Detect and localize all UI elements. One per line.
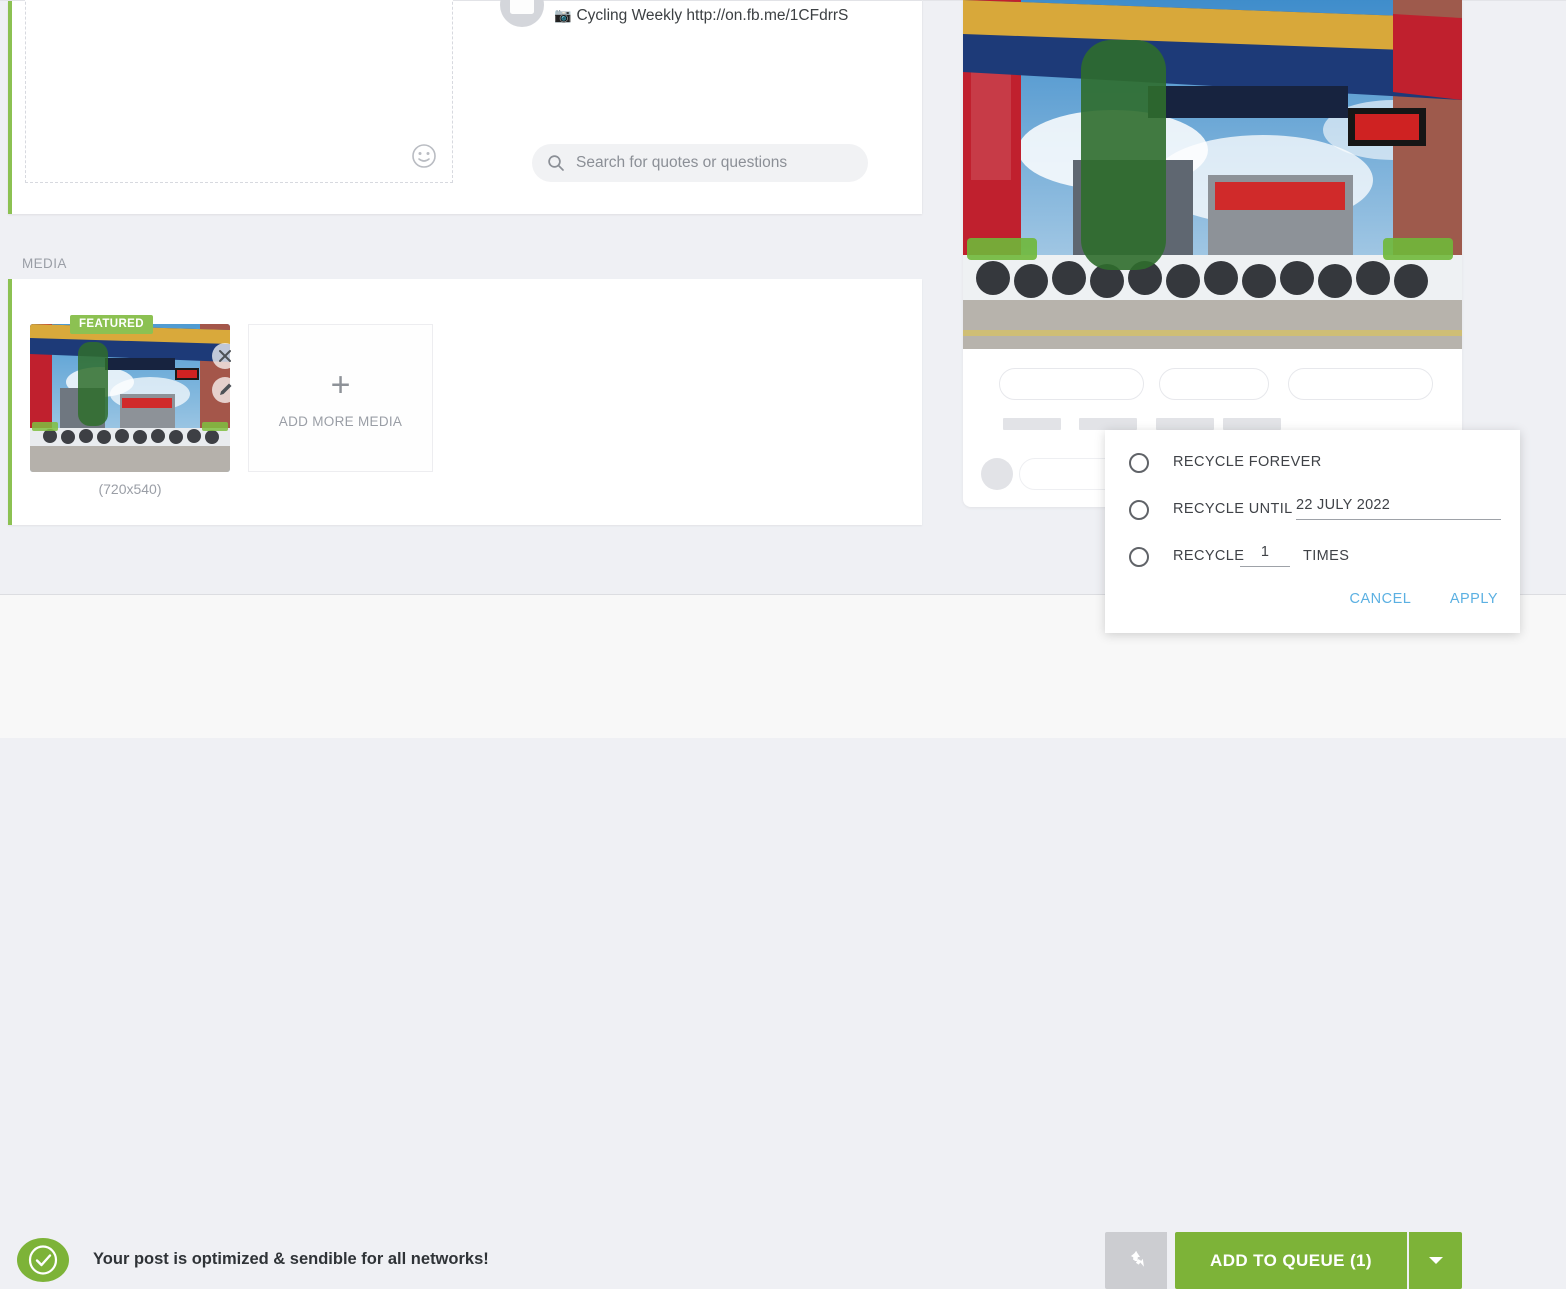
skeleton-bar	[1223, 418, 1281, 430]
skeleton-pill	[999, 368, 1144, 400]
compose-inner: 📷 Cycling Weekly http://on.fb.me/1CFdrrS …	[12, 0, 922, 214]
media-thumbnail[interactable]	[30, 324, 230, 472]
check-circle-icon	[17, 1238, 69, 1282]
recycle-times-input[interactable]: 1	[1240, 544, 1290, 567]
plus-icon: +	[330, 365, 351, 404]
radio-recycle-times[interactable]	[1129, 547, 1149, 567]
quote-search-input[interactable]: Search for quotes or questions	[532, 144, 868, 182]
recycle-times-suffix-label: TIMES	[1303, 548, 1350, 564]
recycle-popover: RECYCLE FOREVER RECYCLE UNTIL 22 JULY 20…	[1105, 430, 1520, 633]
add-more-media-label: ADD MORE MEDIA	[278, 413, 403, 429]
skeleton-bar	[1156, 418, 1214, 430]
recycle-until-label: RECYCLE UNTIL	[1173, 501, 1293, 517]
media-section-label: MEDIA	[22, 256, 67, 271]
chevron-down-icon	[1429, 1257, 1443, 1264]
media-card: FEATURED (720x540) + ADD MORE MEDIA	[8, 279, 922, 525]
smiley-face-icon[interactable]	[410, 142, 438, 170]
camera-avatar-icon	[500, 0, 544, 27]
add-to-queue-label: ADD TO QUEUE (1)	[1210, 1250, 1372, 1270]
skeleton-pill	[1159, 368, 1269, 400]
add-more-media-button[interactable]: + ADD MORE MEDIA	[248, 324, 433, 472]
add-to-queue-button[interactable]: ADD TO QUEUE (1)	[1175, 1232, 1407, 1289]
status-message: Your post is optimized & sendible for al…	[93, 1250, 489, 1268]
search-icon	[547, 154, 565, 177]
skeleton-pill	[1288, 368, 1433, 400]
compose-share-area: 📷 Cycling Weekly http://on.fb.me/1CFdrrS …	[482, 0, 922, 214]
media-thumbnail-wrapper	[30, 324, 238, 472]
share-link-text: 📷 Cycling Weekly http://on.fb.me/1CFdrrS	[554, 7, 848, 25]
recycle-popover-actions: CANCEL APPLY	[1316, 590, 1498, 608]
radio-recycle-until[interactable]	[1129, 500, 1149, 520]
recycle-toggle-button[interactable]	[1105, 1232, 1167, 1289]
cancel-button[interactable]: CANCEL	[1350, 591, 1412, 607]
radio-recycle-forever[interactable]	[1129, 453, 1149, 473]
camera-emoji-icon: 📷	[554, 7, 572, 23]
featured-badge: FEATURED	[70, 315, 153, 334]
compose-card: 📷 Cycling Weekly http://on.fb.me/1CFdrrS …	[8, 0, 922, 214]
skeleton-avatar	[981, 458, 1013, 490]
recycle-times-prefix-label: RECYCLE	[1173, 548, 1245, 564]
edit-media-button[interactable]	[212, 377, 238, 403]
share-link-label: Cycling Weekly http://on.fb.me/1CFdrrS	[576, 7, 849, 24]
preview-image	[963, 0, 1462, 349]
quote-search-placeholder: Search for quotes or questions	[576, 154, 788, 171]
apply-button[interactable]: APPLY	[1450, 591, 1498, 607]
recycle-until-date-input[interactable]: 22 JULY 2022	[1296, 497, 1501, 520]
compose-vertical-divider	[922, 0, 923, 213]
preview-skeleton-pills	[963, 368, 1462, 402]
post-composer-screen: 📷 Cycling Weekly http://on.fb.me/1CFdrrS …	[0, 0, 1566, 1289]
skeleton-bar	[1003, 418, 1061, 430]
skeleton-bar	[1079, 418, 1137, 430]
recycle-forever-label: RECYCLE FOREVER	[1173, 454, 1322, 470]
add-to-queue-dropdown-button[interactable]	[1409, 1232, 1462, 1289]
media-dimensions-label: (720x540)	[98, 481, 162, 497]
post-text-editor[interactable]	[25, 0, 453, 183]
remove-media-button[interactable]	[212, 343, 238, 369]
